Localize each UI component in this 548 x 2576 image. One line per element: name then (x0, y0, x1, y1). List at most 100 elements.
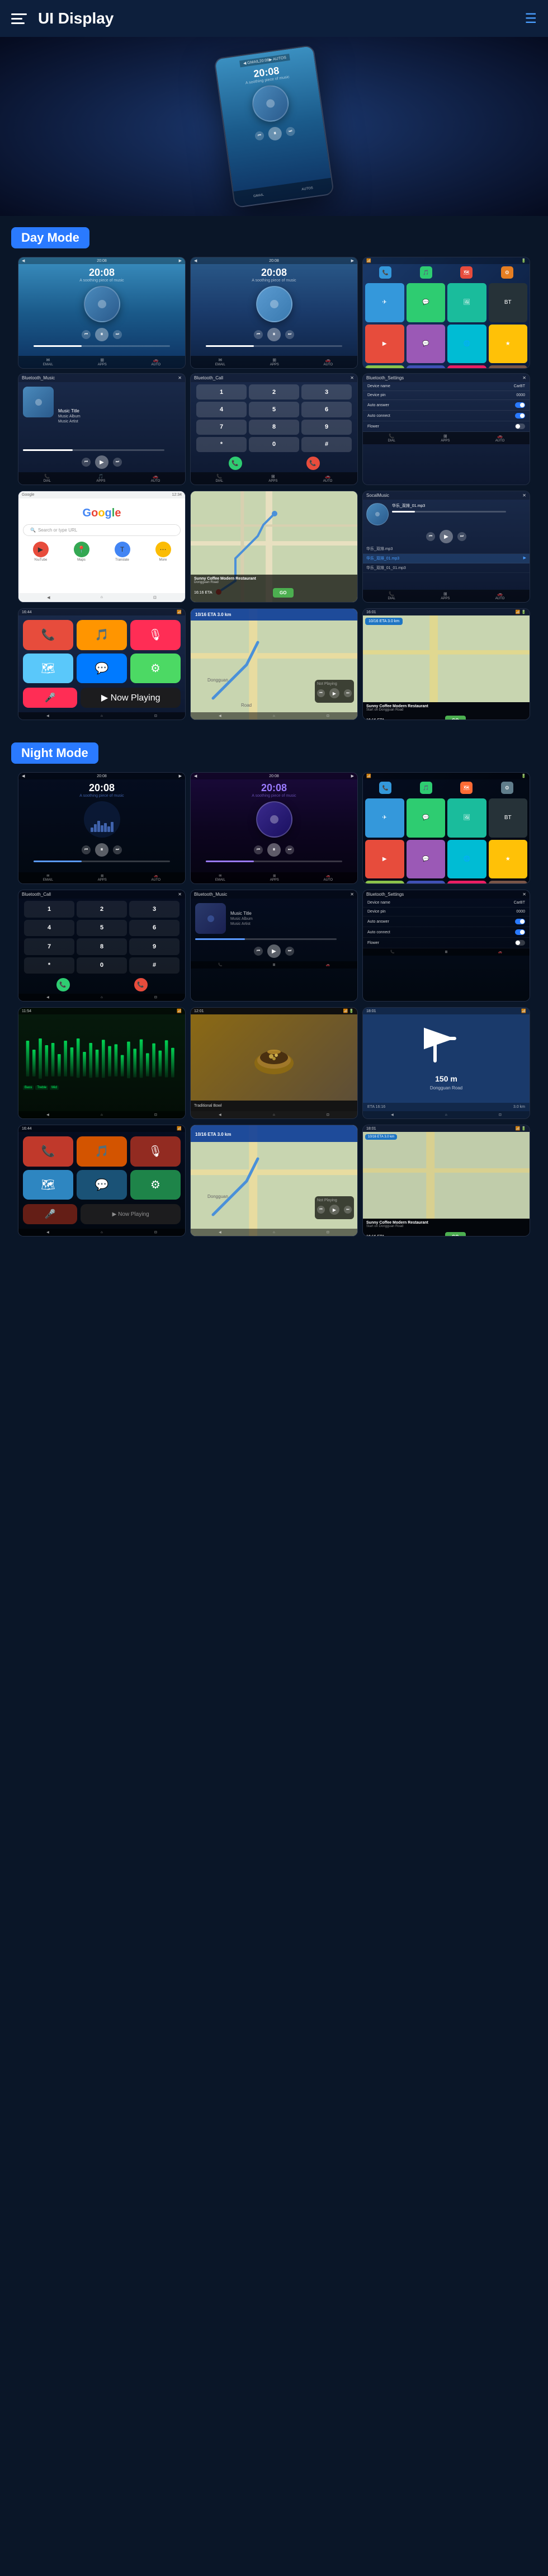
carplay-now-playing[interactable]: ▶ Now Playing (81, 688, 181, 708)
app-camera[interactable]: 📷 (447, 365, 486, 368)
nav-nc-home[interactable]: ⌂ (101, 996, 103, 999)
app-nav[interactable]: 🗺 (460, 266, 473, 279)
app-youtube[interactable]: ▶ (365, 325, 404, 364)
nav-na-back[interactable]: ◀ (391, 1113, 394, 1117)
hamburger-icon[interactable] (11, 8, 31, 29)
night-dial-4[interactable]: 4 (24, 920, 74, 937)
music-day-1-prev[interactable]: ⏮ (82, 330, 91, 339)
local-play[interactable]: ▶ (440, 530, 453, 543)
nav-btn-back[interactable]: ◀ (219, 714, 221, 718)
nav-night2-auto[interactable]: 🚗AUTO (324, 874, 333, 882)
night-nav-prev[interactable]: ⏮ (317, 1206, 325, 1214)
night-app-music[interactable]: 🎵 (420, 782, 432, 794)
dial-5[interactable]: 5 (249, 402, 299, 417)
carplay-siri[interactable]: 🎤 (23, 688, 77, 708)
dial-9[interactable]: 9 (301, 420, 352, 435)
night-prev-1[interactable]: ⏮ (82, 845, 91, 854)
app-files[interactable]: 📁 (489, 365, 528, 368)
nav-nnm-home[interactable]: ⌂ (273, 1231, 275, 1234)
night-icon-10[interactable]: 📅 (407, 881, 446, 883)
night-cp-maps[interactable]: 🗺 (23, 1170, 73, 1200)
nav-btn-recent[interactable]: ⊡ (327, 714, 329, 718)
carplay-messages[interactable]: 💬 (77, 654, 127, 684)
app-photos[interactable]: 🖼 (447, 283, 486, 322)
nav-ns-dial[interactable]: 📞 (390, 950, 394, 954)
carplay-phone[interactable]: 📞 (23, 620, 73, 650)
dial-star[interactable]: * (196, 437, 247, 452)
night-app-nav[interactable]: 🗺 (460, 782, 473, 794)
night-icon-7[interactable]: 🌐 (447, 840, 486, 879)
night-bt-prev[interactable]: ⏮ (254, 947, 263, 956)
app-telegram[interactable]: ✈ (365, 283, 404, 322)
local-next[interactable]: ⏭ (457, 532, 466, 541)
night-next-2[interactable]: ⏭ (285, 845, 294, 854)
dial-3[interactable]: 3 (301, 384, 352, 399)
night-cp-music[interactable]: 🎵 (77, 1136, 127, 1167)
toggle-flower[interactable] (515, 424, 525, 429)
night-dial-5[interactable]: 5 (77, 920, 127, 937)
bt-music-play[interactable]: ▶ (95, 455, 108, 469)
night-settings-close[interactable]: ✕ (522, 892, 526, 897)
app-wechat[interactable]: 💬 (407, 325, 446, 364)
hero-next-btn[interactable]: ⏭ (285, 126, 295, 137)
shortcut-maps[interactable]: 📍 Maps (63, 542, 100, 587)
nav-food-recent[interactable]: ⊡ (327, 1113, 329, 1117)
nav-na-recent[interactable]: ⊡ (499, 1113, 502, 1117)
nav-auto[interactable]: 🚗AUTO (152, 358, 161, 366)
nav-ncp-recent[interactable]: ⊡ (154, 1230, 157, 1234)
google-nav-back[interactable]: ◀ (47, 595, 50, 600)
carplay-podcasts[interactable]: 🎙 (130, 620, 181, 650)
night-call-end[interactable]: 📞 (134, 978, 148, 991)
nav-night2-apps[interactable]: ⊞APPS (270, 874, 279, 882)
night-next-1[interactable]: ⏭ (113, 845, 122, 854)
night-nav-next[interactable]: ⏭ (344, 1206, 352, 1214)
nav-bt-music[interactable]: 🎵APPS (96, 474, 105, 483)
night-icon-8[interactable]: ★ (489, 840, 528, 879)
nav-gw-recent[interactable]: ⊡ (154, 1113, 157, 1117)
night-dial-6[interactable]: 6 (129, 920, 179, 937)
app-phone[interactable]: 📞 (379, 266, 391, 279)
nav-nbm-dial[interactable]: 📞 (218, 963, 222, 967)
nav-nnm-recent[interactable]: ⊡ (327, 1230, 329, 1234)
music-item-1[interactable]: 华乐_双排.mp3 (363, 544, 530, 554)
music-item-2[interactable]: 华乐_双排_01.mp3 ▶ (363, 554, 530, 563)
nav-food-back[interactable]: ◀ (219, 1113, 221, 1117)
night-icon-12[interactable]: 📁 (489, 881, 528, 883)
night-go-btn[interactable]: GO (445, 1232, 465, 1236)
night-cp-now[interactable]: ▶ Now Playing (81, 1204, 181, 1224)
night-toggle-answer[interactable] (515, 919, 525, 924)
nav-cp-back[interactable]: ◀ (46, 714, 49, 718)
nav-play[interactable]: ▶ (329, 688, 339, 698)
dial-7[interactable]: 7 (196, 420, 247, 435)
shortcut-youtube[interactable]: ▶ YouTube (22, 542, 59, 587)
night-cp-msg[interactable]: 💬 (77, 1170, 127, 1200)
nav-ns-auto[interactable]: 🚗 (498, 950, 502, 954)
dial-6[interactable]: 6 (301, 402, 352, 417)
night-dial-star[interactable]: * (24, 957, 74, 974)
hero-play-btn[interactable]: ⏸ (267, 126, 282, 141)
nav-btn-home[interactable]: ⌂ (273, 714, 275, 718)
night-icon-3[interactable]: 🖼 (447, 798, 486, 838)
nav-local-apps[interactable]: ⊞APPS (441, 591, 450, 600)
bt-music-close[interactable]: ✕ (178, 375, 182, 380)
carplay-settings[interactable]: ⚙ (130, 654, 181, 684)
nav-apps[interactable]: ⊞APPS (98, 358, 107, 366)
toggle-auto-connect[interactable] (515, 413, 525, 419)
night-icon-1[interactable]: ✈ (365, 798, 404, 838)
carplay-music[interactable]: 🎵 (77, 620, 127, 650)
bt-music-next[interactable]: ⏭ (113, 458, 122, 467)
nav-local-dial[interactable]: 📞DIAL (388, 591, 395, 600)
nav-gw-back[interactable]: ◀ (46, 1113, 49, 1117)
night-icon-11[interactable]: 📷 (447, 881, 486, 883)
night-app-settings[interactable]: ⚙ (501, 782, 513, 794)
nav-cp-recent[interactable]: ⊡ (154, 714, 157, 718)
nav-menu-icon[interactable]: ☰ (525, 11, 537, 27)
nav-bt-auto[interactable]: 🚗AUTO (151, 474, 160, 483)
hero-prev-btn[interactable]: ⏮ (254, 131, 264, 141)
night-cp-phone[interactable]: 📞 (23, 1136, 73, 1167)
night-toggle-flower[interactable] (515, 940, 525, 946)
night-icon-2[interactable]: 💬 (407, 798, 446, 838)
shortcut-translate[interactable]: T Translate (103, 542, 141, 587)
app-maps[interactable]: 📍 (365, 365, 404, 368)
toggle-auto-answer[interactable] (515, 402, 525, 408)
